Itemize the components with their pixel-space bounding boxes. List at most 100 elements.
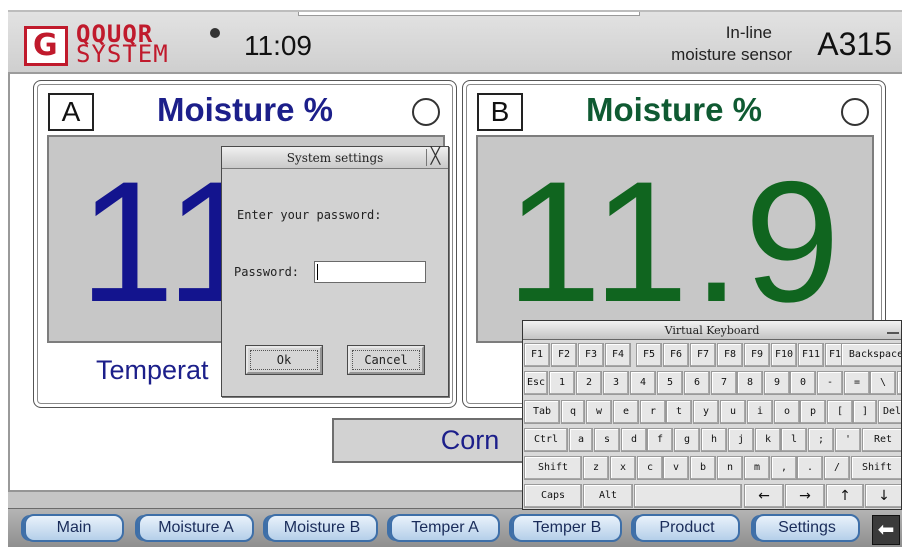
- key-symbol[interactable]: =: [844, 371, 870, 395]
- key-backspace[interactable]: Backspace: [841, 343, 901, 367]
- key-r[interactable]: r: [640, 400, 666, 424]
- nav-temper-a-button[interactable]: Temper A: [390, 514, 500, 542]
- logo-dot: [210, 28, 220, 38]
- nav-moisture-b-button[interactable]: Moisture B: [266, 514, 378, 542]
- close-icon[interactable]: ╳: [426, 149, 444, 166]
- key-f6[interactable]: F6: [663, 343, 689, 367]
- key-y[interactable]: y: [693, 400, 719, 424]
- text-caret: [317, 264, 318, 280]
- key-symbol[interactable]: `: [897, 371, 901, 395]
- key-1[interactable]: 1: [549, 371, 575, 395]
- key-5[interactable]: 5: [657, 371, 683, 395]
- logo-wordmark: QQUQR SYSTEM: [76, 22, 169, 68]
- key-f8[interactable]: F8: [717, 343, 743, 367]
- key-symbol[interactable]: [: [827, 400, 853, 424]
- channel-a-radio[interactable]: [412, 98, 440, 126]
- channel-a-title: Moisture %: [156, 91, 334, 128]
- key-t[interactable]: t: [666, 400, 692, 424]
- key-f9[interactable]: F9: [744, 343, 770, 367]
- key-symbol[interactable]: ;: [808, 428, 834, 452]
- logo-bottom-text: SYSTEM: [76, 40, 169, 68]
- key-q[interactable]: q: [561, 400, 585, 424]
- key-tab[interactable]: Tab: [524, 400, 560, 424]
- key-c[interactable]: c: [637, 456, 663, 480]
- cancel-button[interactable]: Cancel: [347, 345, 425, 375]
- key-shift[interactable]: Shift: [524, 456, 582, 480]
- key-symbol[interactable]: /: [824, 456, 850, 480]
- sensor-type-label: In-line moisture sensor: [652, 22, 792, 66]
- key-4[interactable]: 4: [630, 371, 656, 395]
- key-x[interactable]: x: [610, 456, 636, 480]
- key-j[interactable]: j: [728, 428, 754, 452]
- key-z[interactable]: z: [583, 456, 609, 480]
- nav-moisture-a-button[interactable]: Moisture A: [138, 514, 254, 542]
- key-u[interactable]: u: [720, 400, 746, 424]
- key-f[interactable]: f: [647, 428, 673, 452]
- key-o[interactable]: o: [774, 400, 800, 424]
- ok-button[interactable]: Ok: [245, 345, 323, 375]
- sensor-line-1: In-line: [725, 23, 772, 42]
- model-number: A315: [817, 26, 892, 62]
- arrow-up-icon[interactable]: ↑: [826, 484, 864, 508]
- back-arrow-icon[interactable]: ⬅: [872, 515, 900, 545]
- key-alt[interactable]: Alt: [583, 484, 633, 508]
- arrow-right-icon[interactable]: →: [785, 484, 825, 508]
- arrow-left-icon[interactable]: ←: [744, 484, 784, 508]
- key-k[interactable]: k: [755, 428, 781, 452]
- key-m[interactable]: m: [744, 456, 770, 480]
- key-symbol[interactable]: \: [870, 371, 896, 395]
- channel-b-moisture-value: 11.9: [506, 146, 844, 338]
- key-g[interactable]: g: [674, 428, 700, 452]
- nav-settings-button[interactable]: Settings: [754, 514, 860, 542]
- channel-b-reading-box: 11.9: [476, 135, 874, 343]
- nav-main-button[interactable]: Main: [24, 514, 124, 542]
- key-symbol[interactable]: ]: [853, 400, 877, 424]
- key-l[interactable]: l: [781, 428, 807, 452]
- key-n[interactable]: n: [717, 456, 743, 480]
- password-label: Password:: [234, 265, 300, 279]
- key-h[interactable]: h: [701, 428, 727, 452]
- key-s[interactable]: s: [594, 428, 620, 452]
- key-f7[interactable]: F7: [690, 343, 716, 367]
- key-2[interactable]: 2: [576, 371, 602, 395]
- key-symbol[interactable]: -: [817, 371, 843, 395]
- key-del[interactable]: Del: [878, 400, 901, 424]
- key-f2[interactable]: F2: [551, 343, 577, 367]
- password-input[interactable]: [314, 261, 426, 283]
- key-f1[interactable]: F1: [524, 343, 550, 367]
- key-shift[interactable]: Shift: [851, 456, 901, 480]
- key-ret[interactable]: Ret: [862, 428, 901, 452]
- key-f11[interactable]: F11: [798, 343, 824, 367]
- key-7[interactable]: 7: [711, 371, 737, 395]
- key-d[interactable]: d: [621, 428, 647, 452]
- key-p[interactable]: p: [800, 400, 826, 424]
- left-frame-edge: [8, 74, 10, 490]
- key-esc[interactable]: Esc: [524, 371, 548, 395]
- key-9[interactable]: 9: [764, 371, 790, 395]
- key-symbol[interactable]: .: [797, 456, 823, 480]
- key-e[interactable]: e: [613, 400, 639, 424]
- key-caps[interactable]: Caps: [524, 484, 582, 508]
- key-0[interactable]: 0: [790, 371, 816, 395]
- key-v[interactable]: v: [663, 456, 689, 480]
- nav-temper-b-button[interactable]: Temper B: [512, 514, 622, 542]
- key-space[interactable]: [634, 484, 742, 508]
- arrow-down-icon[interactable]: ↓: [865, 484, 901, 508]
- key-b[interactable]: b: [690, 456, 716, 480]
- key-f5[interactable]: F5: [636, 343, 662, 367]
- key-f10[interactable]: F10: [771, 343, 797, 367]
- key-f3[interactable]: F3: [578, 343, 604, 367]
- key-symbol[interactable]: ': [835, 428, 861, 452]
- minimize-icon[interactable]: [887, 326, 899, 334]
- key-3[interactable]: 3: [603, 371, 629, 395]
- channel-b-radio[interactable]: [841, 98, 869, 126]
- key-symbol[interactable]: ,: [771, 456, 797, 480]
- key-6[interactable]: 6: [684, 371, 710, 395]
- key-i[interactable]: i: [747, 400, 773, 424]
- key-f4[interactable]: F4: [605, 343, 631, 367]
- nav-product-button[interactable]: Product: [634, 514, 740, 542]
- key-8[interactable]: 8: [737, 371, 763, 395]
- key-w[interactable]: w: [586, 400, 612, 424]
- key-ctrl[interactable]: Ctrl: [524, 428, 568, 452]
- key-a[interactable]: a: [569, 428, 593, 452]
